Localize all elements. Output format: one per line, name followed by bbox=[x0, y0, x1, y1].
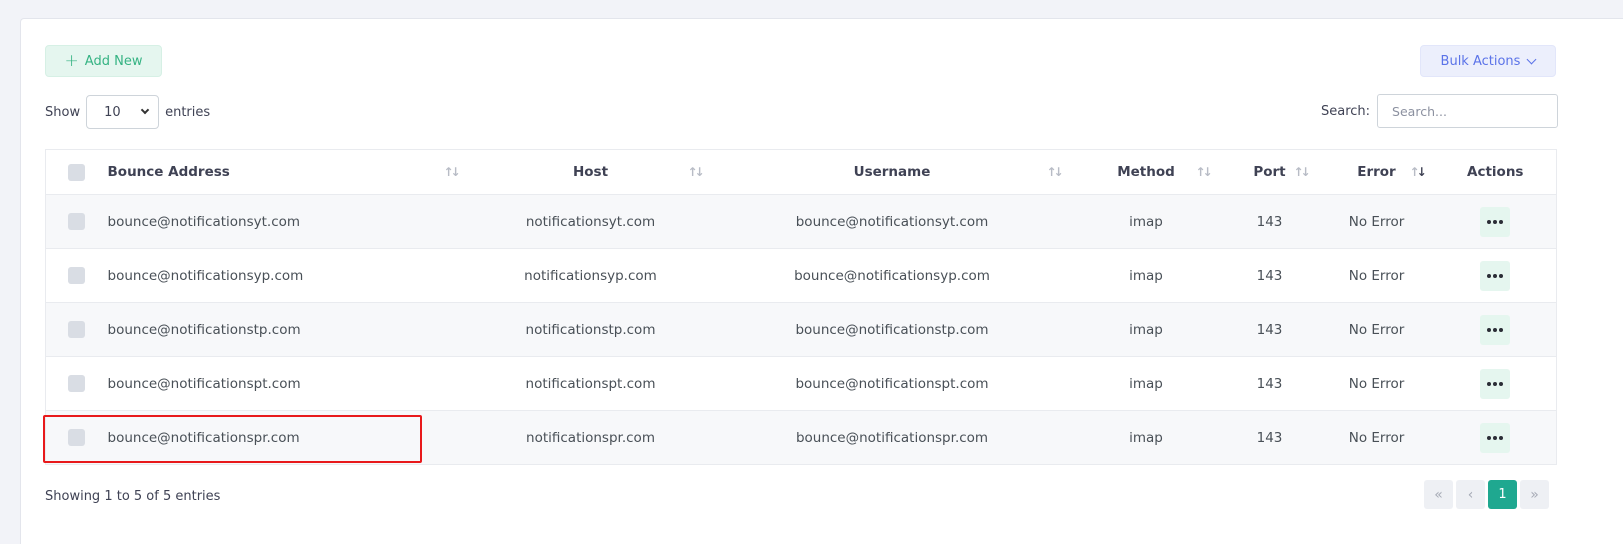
username-cell: bounce@notificationsyt.com bbox=[712, 194, 1072, 249]
column-header-port[interactable]: Port ↑↓ bbox=[1220, 149, 1319, 195]
bounce-address-cell: bounce@notificationstp.com bbox=[107, 302, 469, 357]
chevron-down-icon bbox=[140, 105, 150, 115]
username-cell: bounce@notificationspr.com bbox=[712, 410, 1072, 465]
bounce-address-cell: bounce@notificationspt.com bbox=[107, 356, 469, 411]
add-new-button[interactable]: + Add New bbox=[45, 45, 162, 77]
row-checkbox[interactable] bbox=[68, 375, 86, 392]
column-label: Port bbox=[1253, 164, 1286, 180]
port-cell: 143 bbox=[1220, 302, 1319, 357]
select-all-cell bbox=[45, 149, 108, 195]
column-label: Actions bbox=[1467, 164, 1524, 180]
row-checkbox[interactable] bbox=[68, 267, 86, 284]
method-cell: imap bbox=[1071, 410, 1221, 465]
port-cell: 143 bbox=[1220, 356, 1319, 411]
row-checkbox[interactable] bbox=[68, 213, 86, 230]
host-cell: notificationspt.com bbox=[468, 356, 713, 411]
port-cell: 143 bbox=[1220, 410, 1319, 465]
prev-page-icon[interactable]: ‹ bbox=[1456, 480, 1485, 509]
bulk-actions-button[interactable]: Bulk Actions bbox=[1420, 45, 1556, 77]
sort-icon: ↑↓ bbox=[1293, 165, 1311, 179]
error-cell: No Error bbox=[1318, 410, 1435, 465]
more-dots-icon[interactable] bbox=[1480, 206, 1511, 237]
column-label: Method bbox=[1117, 164, 1175, 180]
method-cell: imap bbox=[1071, 248, 1221, 303]
sort-icon: ↑↓ bbox=[687, 165, 705, 179]
column-label: Error bbox=[1357, 164, 1396, 180]
search-control: Search: bbox=[1321, 94, 1559, 128]
username-cell: bounce@notificationspt.com bbox=[712, 356, 1072, 411]
host-cell: notificationsyt.com bbox=[468, 194, 713, 249]
port-cell: 143 bbox=[1220, 194, 1319, 249]
sort-icon: ↑↓ bbox=[443, 165, 461, 179]
table-info: Showing 1 to 5 of 5 entries bbox=[45, 489, 221, 504]
search-label: Search: bbox=[1321, 103, 1371, 119]
table-row: bounce@notificationspr.com notifications… bbox=[45, 410, 1557, 465]
search-input[interactable] bbox=[1377, 94, 1559, 128]
table-row: bounce@notificationsyt.com notifications… bbox=[45, 194, 1557, 249]
column-header-bounce-address[interactable]: Bounce Address ↑↓ bbox=[107, 149, 469, 195]
bounce-address-cell: bounce@notificationsyp.com bbox=[107, 248, 469, 303]
method-cell: imap bbox=[1071, 356, 1221, 411]
column-label: Username bbox=[853, 164, 931, 180]
column-label: Host bbox=[572, 164, 609, 180]
column-header-actions: Actions bbox=[1434, 149, 1557, 195]
entries-select-value: 10 bbox=[104, 104, 121, 120]
column-header-method[interactable]: Method ↑↓ bbox=[1071, 149, 1221, 195]
column-header-error[interactable]: Error ↑↓ bbox=[1318, 149, 1435, 195]
host-cell: notificationsyp.com bbox=[468, 248, 713, 303]
table-header-row: Bounce Address ↑↓ Host ↑↓ Username ↑↓ Me… bbox=[45, 149, 1557, 195]
plus-icon: + bbox=[64, 50, 79, 71]
username-cell: bounce@notificationsyp.com bbox=[712, 248, 1072, 303]
first-page-icon[interactable]: « bbox=[1424, 480, 1453, 509]
error-cell: No Error bbox=[1318, 248, 1435, 303]
column-header-host[interactable]: Host ↑↓ bbox=[468, 149, 713, 195]
entries-select[interactable]: 10 bbox=[86, 95, 160, 129]
last-page-icon[interactable]: » bbox=[1520, 480, 1549, 509]
more-dots-icon[interactable] bbox=[1480, 314, 1511, 345]
sort-icon: ↑↓ bbox=[1409, 165, 1427, 179]
table-row: bounce@notificationsyp.com notifications… bbox=[45, 248, 1557, 303]
sort-icon: ↑↓ bbox=[1046, 165, 1064, 179]
select-all-checkbox[interactable] bbox=[68, 163, 86, 181]
page-button-current[interactable]: 1 bbox=[1488, 480, 1517, 509]
method-cell: imap bbox=[1071, 194, 1221, 249]
more-dots-icon[interactable] bbox=[1480, 260, 1511, 291]
sort-icon: ↑↓ bbox=[1195, 165, 1213, 179]
error-cell: No Error bbox=[1318, 302, 1435, 357]
more-dots-icon[interactable] bbox=[1480, 422, 1511, 453]
entries-length-control: Show 10 entries bbox=[45, 95, 210, 129]
error-cell: No Error bbox=[1318, 194, 1435, 249]
column-label: Bounce Address bbox=[107, 164, 230, 180]
table-row: bounce@notificationstp.com notifications… bbox=[45, 302, 1557, 357]
port-cell: 143 bbox=[1220, 248, 1319, 303]
bounce-servers-table: Bounce Address ↑↓ Host ↑↓ Username ↑↓ Me… bbox=[45, 149, 1557, 465]
host-cell: notificationstp.com bbox=[468, 302, 713, 357]
bounce-servers-card: + Add New Bulk Actions Show 10 entries S… bbox=[20, 18, 1623, 544]
chevron-down-icon bbox=[1527, 54, 1537, 64]
row-checkbox[interactable] bbox=[68, 321, 86, 338]
add-new-label: Add New bbox=[84, 53, 143, 69]
username-cell: bounce@notificationstp.com bbox=[712, 302, 1072, 357]
row-checkbox[interactable] bbox=[68, 429, 86, 446]
method-cell: imap bbox=[1071, 302, 1221, 357]
column-header-username[interactable]: Username ↑↓ bbox=[712, 149, 1072, 195]
bulk-actions-label: Bulk Actions bbox=[1440, 53, 1521, 69]
pagination: « ‹ 1 » bbox=[1424, 480, 1549, 509]
bounce-address-cell: bounce@notificationsyt.com bbox=[107, 194, 469, 249]
more-dots-icon[interactable] bbox=[1480, 368, 1511, 399]
host-cell: notificationspr.com bbox=[468, 410, 713, 465]
show-label: Show bbox=[45, 104, 81, 120]
error-cell: No Error bbox=[1318, 356, 1435, 411]
entries-label: entries bbox=[165, 104, 211, 120]
bounce-address-cell: bounce@notificationspr.com bbox=[107, 410, 469, 465]
table-row: bounce@notificationspt.com notifications… bbox=[45, 356, 1557, 411]
